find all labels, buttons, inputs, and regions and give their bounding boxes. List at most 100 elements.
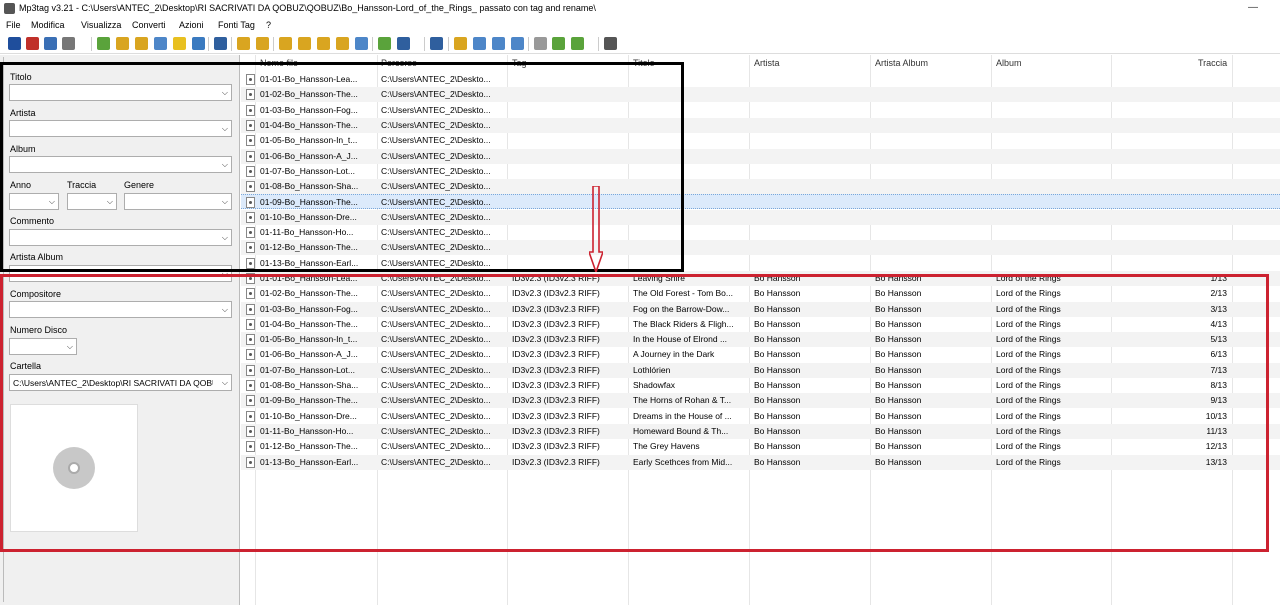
filter-icon[interactable]: [355, 37, 368, 50]
table-row[interactable]: 01-12-Bo_Hansson-The... C:\Users\ANTEC_2\…: [241, 240, 1280, 256]
tag-cell: ID3v2.3 (ID3v2.3 RIFF): [512, 272, 600, 283]
editor-icon[interactable]: [397, 37, 410, 50]
discogs-icon[interactable]: [511, 37, 524, 50]
table-row[interactable]: 01-08-Bo_Hansson-Sha... C:\Users\ANTEC_2\…: [241, 378, 1280, 393]
list2-icon[interactable]: [473, 37, 486, 50]
album-cell: Lord of the Rings: [996, 272, 1061, 283]
table-row[interactable]: 01-07-Bo_Hansson-Lot... C:\Users\ANTEC_2\…: [241, 164, 1280, 179]
column-header-title[interactable]: Titolo: [633, 58, 655, 68]
column-header-path[interactable]: Percorso: [381, 58, 417, 68]
tag-cell: ID3v2.3 (ID3v2.3 RIFF): [512, 456, 600, 467]
table-row[interactable]: 01-04-Bo_Hansson-The... C:\Users\ANTEC_2\…: [241, 117, 1280, 133]
artist-cell: Bo Hansson: [754, 395, 801, 406]
album-combobox[interactable]: ⌵: [9, 156, 232, 173]
filename-cell: 01-13-Bo_Hansson-Earl...: [260, 456, 359, 467]
menu-fonti-tag[interactable]: Fonti Tag: [218, 20, 255, 30]
tag-panel-icon[interactable]: [214, 37, 227, 50]
table-row[interactable]: 01-08-Bo_Hansson-Sha... C:\Users\ANTEC_2\…: [241, 179, 1280, 195]
minimize-icon[interactable]: —: [1248, 2, 1258, 13]
table-row[interactable]: 01-03-Bo_Hansson-Fog... C:\Users\ANTEC_2\…: [241, 103, 1280, 118]
column-header-filename[interactable]: Nome file: [260, 58, 298, 68]
composer-combobox[interactable]: ⌵: [9, 301, 232, 318]
path-cell: C:\Users\ANTEC_2\Deskto...: [381, 181, 491, 192]
column-header-artist[interactable]: Artista: [754, 58, 780, 68]
artist-cell: Bo Hansson: [754, 303, 801, 314]
menu-azioni[interactable]: Azioni: [179, 20, 204, 30]
table-row[interactable]: 01-05-Bo_Hansson-In_t... C:\Users\ANTEC_2…: [241, 133, 1280, 148]
table-row[interactable]: 01-04-Bo_Hansson-The... C:\Users\ANTEC_2\…: [241, 317, 1280, 332]
disc-number-combobox[interactable]: ⌵: [9, 338, 77, 355]
case-icon[interactable]: [378, 37, 391, 50]
export-icon[interactable]: [430, 37, 443, 50]
playlist-icon[interactable]: [154, 37, 167, 50]
column-header-tag[interactable]: Tag: [512, 58, 527, 68]
title-combobox[interactable]: ⌵: [9, 84, 232, 101]
table-row[interactable]: 01-11-Bo_Hansson-Ho... C:\Users\ANTEC_2\D…: [241, 423, 1280, 439]
actions-quick-icon[interactable]: [298, 37, 311, 50]
table-row[interactable]: 01-09-Bo_Hansson-The... C:\Users\ANTEC_2\…: [241, 194, 1280, 210]
year-combobox[interactable]: ⌵: [9, 193, 59, 210]
folder-combobox[interactable]: C:\Users\ANTEC_2\Desktop\RI SACRIVATI DA…: [9, 374, 232, 391]
artist-cell: Bo Hansson: [754, 456, 801, 467]
toolbar: [0, 34, 1280, 54]
table-row[interactable]: 01-10-Bo_Hansson-Dre... C:\Users\ANTEC_2\…: [241, 209, 1280, 225]
table-row[interactable]: 01-07-Bo_Hansson-Lot... C:\Users\ANTEC_2\…: [241, 362, 1280, 378]
column-header-album[interactable]: Album: [996, 58, 1022, 68]
list-icon[interactable]: [454, 37, 467, 50]
table-row[interactable]: 01-05-Bo_Hansson-In_t... C:\Users\ANTEC_2…: [241, 332, 1280, 348]
menu-converti[interactable]: Converti: [132, 20, 166, 30]
table-row[interactable]: 01-13-Bo_Hansson-Earl... C:\Users\ANTEC_2…: [241, 454, 1280, 470]
options-icon[interactable]: [604, 37, 617, 50]
table-row[interactable]: 01-10-Bo_Hansson-Dre... C:\Users\ANTEC_2\…: [241, 409, 1280, 424]
path-cell: C:\Users\ANTEC_2\Deskto...: [381, 425, 491, 436]
table-row[interactable]: 01-02-Bo_Hansson-The... C:\Users\ANTEC_2\…: [241, 87, 1280, 103]
refresh-icon[interactable]: [192, 37, 205, 50]
disc-number-label: Numero Disco: [10, 325, 68, 335]
table-row[interactable]: 01-01-Bo_Hansson-Lea... C:\Users\ANTEC_2\…: [241, 270, 1280, 286]
table-row[interactable]: 01-06-Bo_Hansson-A_J... C:\Users\ANTEC_2\…: [241, 347, 1280, 362]
column-header-track[interactable]: Traccia: [1198, 58, 1227, 68]
folder-icon[interactable]: [135, 37, 148, 50]
undo-icon[interactable]: [44, 37, 57, 50]
menu-help[interactable]: ?: [266, 20, 271, 30]
web-sources-dropdown-icon[interactable]: [571, 37, 584, 50]
table-row[interactable]: 01-09-Bo_Hansson-The... C:\Users\ANTEC_2\…: [241, 393, 1280, 409]
tag-to-filename-icon[interactable]: [237, 37, 250, 50]
file-list[interactable]: Nome file Percorso Tag Titolo Artista Ar…: [241, 55, 1280, 605]
track-combobox[interactable]: ⌵: [67, 193, 117, 210]
save-icon[interactable]: [8, 37, 21, 50]
tag-to-text-icon[interactable]: [336, 37, 349, 50]
freedb-icon[interactable]: [492, 37, 505, 50]
musicbrainz-icon[interactable]: [534, 37, 547, 50]
menu-visualizza[interactable]: Visualizza: [81, 20, 121, 30]
table-row[interactable]: 01-06-Bo_Hansson-A_J... C:\Users\ANTEC_2\…: [241, 148, 1280, 164]
redo-icon[interactable]: [62, 37, 75, 50]
remove-icon[interactable]: [26, 37, 39, 50]
comment-combobox[interactable]: ⌵: [9, 229, 232, 246]
open-folder-icon[interactable]: [97, 37, 110, 50]
table-row[interactable]: 01-01-Bo_Hansson-Lea... C:\Users\ANTEC_2\…: [241, 72, 1280, 87]
table-row[interactable]: 01-03-Bo_Hansson-Fog... C:\Users\ANTEC_2\…: [241, 301, 1280, 317]
filename-to-tag-icon[interactable]: [256, 37, 269, 50]
add-folder-icon[interactable]: [116, 37, 129, 50]
actions-icon[interactable]: [279, 37, 292, 50]
table-row[interactable]: 01-13-Bo_Hansson-Earl... C:\Users\ANTEC_2…: [241, 256, 1280, 271]
tag-cell: ID3v2.3 (ID3v2.3 RIFF): [512, 441, 600, 452]
web-sources-icon[interactable]: [552, 37, 565, 50]
favorite-icon[interactable]: [173, 37, 186, 50]
album-cell: Lord of the Rings: [996, 303, 1061, 314]
column-header-album-artist[interactable]: Artista Album: [875, 58, 928, 68]
chevron-down-icon: ⌵: [221, 305, 228, 314]
album-artist-combobox[interactable]: ⌵: [9, 265, 232, 282]
text-to-tag-icon[interactable]: [317, 37, 330, 50]
menu-modifica[interactable]: Modifica: [31, 20, 65, 30]
genre-combobox[interactable]: ⌵: [124, 193, 232, 210]
cover-art[interactable]: [10, 404, 138, 532]
artist-combobox[interactable]: ⌵: [9, 120, 232, 137]
table-row[interactable]: 01-12-Bo_Hansson-The... C:\Users\ANTEC_2\…: [241, 439, 1280, 454]
table-row[interactable]: 01-02-Bo_Hansson-The... C:\Users\ANTEC_2\…: [241, 286, 1280, 301]
filename-cell: 01-11-Bo_Hansson-Ho...: [260, 425, 354, 436]
menu-file[interactable]: File: [6, 20, 21, 30]
title-cell: Shadowfax: [633, 380, 676, 390]
table-row[interactable]: 01-11-Bo_Hansson-Ho... C:\Users\ANTEC_2\D…: [241, 225, 1280, 240]
